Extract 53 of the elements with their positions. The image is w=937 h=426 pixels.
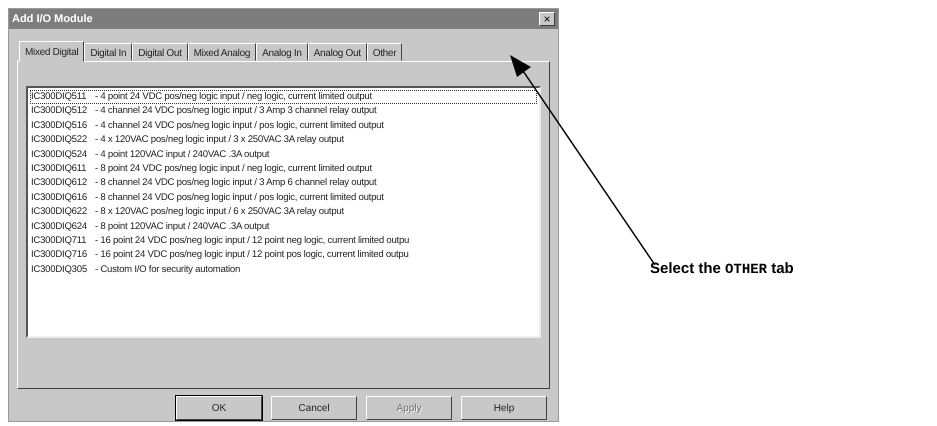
list-item[interactable]: IC300DIQ522 - 4 x 120VAC pos/neg logic input / 3 x 250VAC 3A relay output [30, 133, 537, 148]
tab[interactable]: Digital Out [132, 43, 188, 61]
dialog-button[interactable]: Cancel [271, 396, 357, 420]
module-code: IC300DIQ611 [31, 163, 88, 176]
list-item[interactable]: IC300DIQ512 - 4 channel 24 VDC pos/neg logic input / 3 Amp 3 channel relay output [30, 104, 537, 119]
list-item[interactable]: IC300DIQ516 - 4 channel 24 VDC pos/neg logic input / pos logic, current limited output [30, 118, 537, 134]
tab[interactable]: Digital In [84, 43, 132, 61]
dialog-button[interactable]: Help [461, 396, 547, 420]
module-description: - Custom I/O for security automation [95, 264, 240, 276]
module-code: IC300DIQ622 [31, 206, 88, 219]
module-description: - 8 channel 24 VDC pos/neg logic input / 3 Amp 6 channel relay output [95, 177, 376, 190]
dialog-button[interactable]: OK [176, 396, 262, 420]
list-item[interactable]: IC300DIQ511 - 4 point 24 VDC pos/neg logic input / neg logic, current limited output [30, 90, 537, 104]
module-code: IC300DIQ716 [31, 249, 88, 262]
module-code: IC300DIQ512 [31, 105, 88, 118]
module-code: IC300DIQ624 [31, 220, 88, 234]
module-code: IC300DIQ516 [31, 120, 88, 132]
module-description: - 8 point 24 VDC pos/neg logic input / neg logic, current limited output [95, 163, 372, 176]
module-code: IC300DIQ511 [31, 91, 88, 104]
module-description: - 4 x 120VAC pos/neg logic input / 3 x 250VAC 3A relay output [95, 134, 344, 147]
module-list[interactable] [26, 86, 541, 338]
list-item[interactable]: IC300DIQ612 - 8 channel 24 VDC pos/neg logic input / 3 Amp 6 channel relay output [30, 176, 537, 191]
module-description: - 4 channel 24 VDC pos/neg logic input / 3 Amp 3 channel relay output [95, 105, 376, 118]
module-description: - 8 point 120VAC input / 240VAC .3A output [95, 220, 270, 234]
tab[interactable]: Mixed Digital [19, 41, 84, 62]
module-description: - 16 point 24 VDC pos/neg logic input / 12 point pos logic, current limited outpu [95, 249, 409, 262]
module-code: IC300DIQ305 [31, 264, 88, 276]
list-item[interactable]: IC300DIQ716 - 16 point 24 VDC pos/neg logic input / 12 point pos logic, current limited outpu [30, 248, 537, 263]
close-button[interactable]: × [539, 12, 555, 26]
list-item[interactable]: IC300DIQ616 - 8 channel 24 VDC pos/neg logic input / pos logic, current limited output [30, 190, 537, 206]
list-item[interactable]: IC300DIQ711 - 16 point 24 VDC pos/neg logic input / 12 point neg logic, current limited outpu [30, 234, 537, 248]
module-code: IC300DIQ711 [31, 235, 88, 248]
module-description: - 4 point 24 VDC pos/neg logic input / neg logic, current limited output [95, 91, 372, 104]
list-item[interactable]: IC300DIQ611 - 8 point 24 VDC pos/neg logic input / neg logic, current limited output [30, 162, 537, 176]
tab[interactable]: Other [366, 43, 402, 61]
tab[interactable]: Mixed Analog [188, 43, 256, 61]
module-description: - 4 channel 24 VDC pos/neg logic input / pos logic, current limited output [95, 120, 384, 132]
tab[interactable]: Analog In [256, 43, 308, 61]
instruction-text: Select the OTHER tab [650, 259, 794, 280]
module-code: IC300DIQ616 [31, 192, 88, 204]
list-item[interactable]: IC300DIQ624 - 8 point 120VAC input / 240VAC .3A output [30, 220, 537, 234]
tab[interactable]: Analog Out [308, 43, 367, 61]
module-description: - 8 channel 24 VDC pos/neg logic input / pos logic, current limited output [95, 192, 384, 204]
module-code: IC300DIQ522 [31, 134, 88, 147]
module-code: IC300DIQ612 [31, 177, 88, 190]
module-description: - 4 point 120VAC input / 240VAC .3A output [95, 148, 270, 162]
module-description: - 8 x 120VAC pos/neg logic input / 6 x 250VAC 3A relay output [95, 206, 344, 219]
list-item[interactable]: IC300DIQ622 - 8 x 120VAC pos/neg logic input / 6 x 250VAC 3A relay output [30, 205, 537, 220]
module-description: - 16 point 24 VDC pos/neg logic input / 12 point neg logic, current limited outpu [95, 235, 410, 248]
list-item[interactable]: IC300DIQ524 - 4 point 120VAC input / 240VAC .3A output [30, 148, 537, 162]
list-item[interactable]: IC300DIQ305 - Custom I/O for security automation [30, 262, 537, 278]
window-title: Add I/O Module [12, 12, 93, 27]
module-code: IC300DIQ524 [31, 148, 88, 162]
